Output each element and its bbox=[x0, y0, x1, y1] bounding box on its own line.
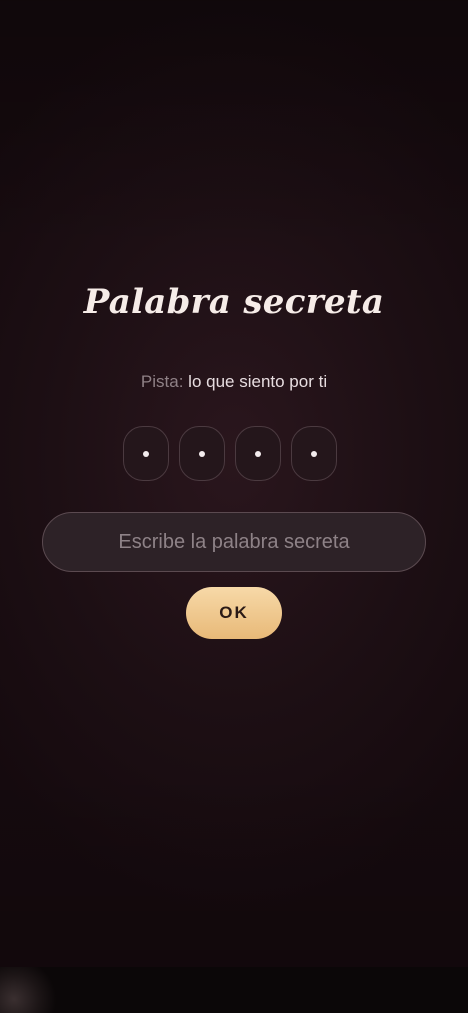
ok-button[interactable]: OK bbox=[186, 587, 282, 639]
slot-dot bbox=[255, 450, 261, 457]
slot-dot bbox=[199, 450, 205, 457]
bottom-bar bbox=[0, 967, 468, 1013]
hint-label: Pista: bbox=[140, 372, 184, 391]
letter-slot-3 bbox=[235, 426, 281, 481]
secret-word-input[interactable] bbox=[42, 512, 426, 572]
secret-word-screen: Palabra secreta Pista: lo que siento por… bbox=[0, 0, 468, 1013]
background-vignette bbox=[0, 0, 468, 1013]
bottom-thumbnail bbox=[0, 967, 70, 1013]
slot-dot bbox=[311, 450, 317, 457]
letter-slot-2 bbox=[179, 426, 225, 481]
page-title: Palabra secreta bbox=[83, 282, 385, 322]
letter-slot-4 bbox=[291, 426, 337, 481]
letter-slots bbox=[123, 426, 337, 481]
letter-slot-1 bbox=[123, 426, 169, 481]
hint: Pista: lo que siento por ti bbox=[0, 372, 468, 392]
hint-text: lo que siento por ti bbox=[188, 372, 328, 391]
slot-dot bbox=[143, 450, 149, 457]
